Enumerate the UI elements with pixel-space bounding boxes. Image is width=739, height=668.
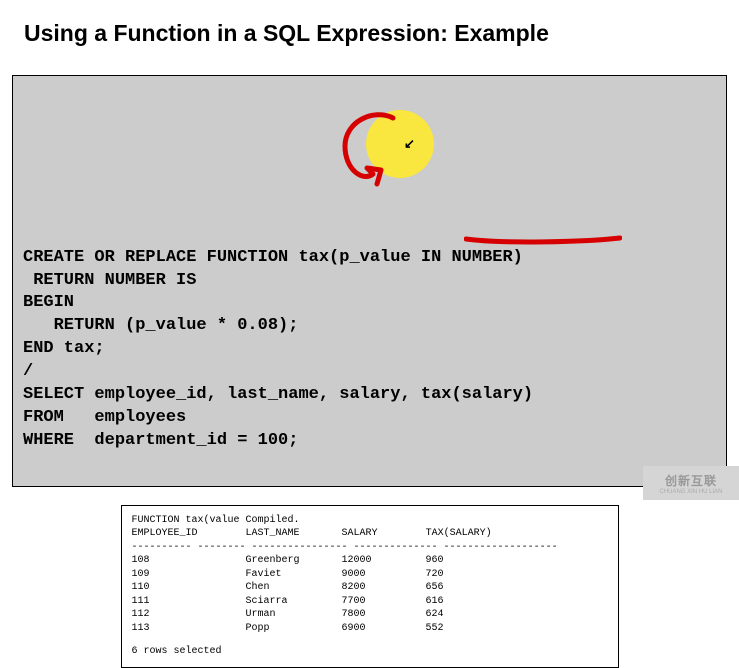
cursor-arrow-icon: ↙ <box>404 136 415 154</box>
code-line: RETURN NUMBER IS <box>23 271 196 290</box>
code-block: ↙ CREATE OR REPLACE FUNCTION tax(p_value… <box>12 75 727 487</box>
output-block: FUNCTION tax(value Compiled. EMPLOYEE_ID… <box>121 505 619 668</box>
code-line: FROM employees <box>23 408 186 427</box>
watermark: 创新互联 CHUANG XIN HU LIAN <box>643 466 739 500</box>
watermark-sub: CHUANG XIN HU LIAN <box>659 489 722 495</box>
table-row: 108 Greenberg 12000 960 <box>132 554 608 568</box>
page-title: Using a Function in a SQL Expression: Ex… <box>0 0 739 57</box>
watermark-logo: 创新互联 <box>665 472 717 489</box>
table-row: 113 Popp 6900 552 <box>132 622 608 636</box>
table-row: 109 Faviet 9000 720 <box>132 568 608 582</box>
output-header-row: EMPLOYEE_ID LAST_NAME SALARY TAX(SALARY) <box>132 527 608 541</box>
code-line: WHERE department_id = 100; <box>23 431 298 450</box>
col-salary: SALARY <box>342 528 426 539</box>
col-last-name: LAST_NAME <box>246 528 342 539</box>
table-row: 110 Chen 8200 656 <box>132 581 608 595</box>
code-line: SELECT employee_id, last_name, salary, t… <box>23 385 533 404</box>
output-divider: ---------- -------- ---------------- ---… <box>132 541 608 555</box>
output-footer: 6 rows selected <box>132 645 608 659</box>
highlight-circle <box>366 110 434 178</box>
code-line: END tax; <box>23 339 105 358</box>
table-row: 111 Sciarra 7700 616 <box>132 595 608 609</box>
code-line: RETURN (p_value * 0.08); <box>23 316 298 335</box>
table-row: 112 Urman 7800 624 <box>132 608 608 622</box>
code-line: CREATE OR REPLACE FUNCTION tax(p_value I… <box>23 248 523 267</box>
col-employee-id: EMPLOYEE_ID <box>132 528 246 539</box>
output-compile-line: FUNCTION tax(value Compiled. <box>132 514 608 528</box>
output-rows: 108 Greenberg 12000 960109 Faviet 9000 7… <box>132 554 608 635</box>
col-tax: TAX(SALARY) <box>426 528 510 539</box>
code-line: BEGIN <box>23 293 74 312</box>
code-line: / <box>23 362 33 381</box>
